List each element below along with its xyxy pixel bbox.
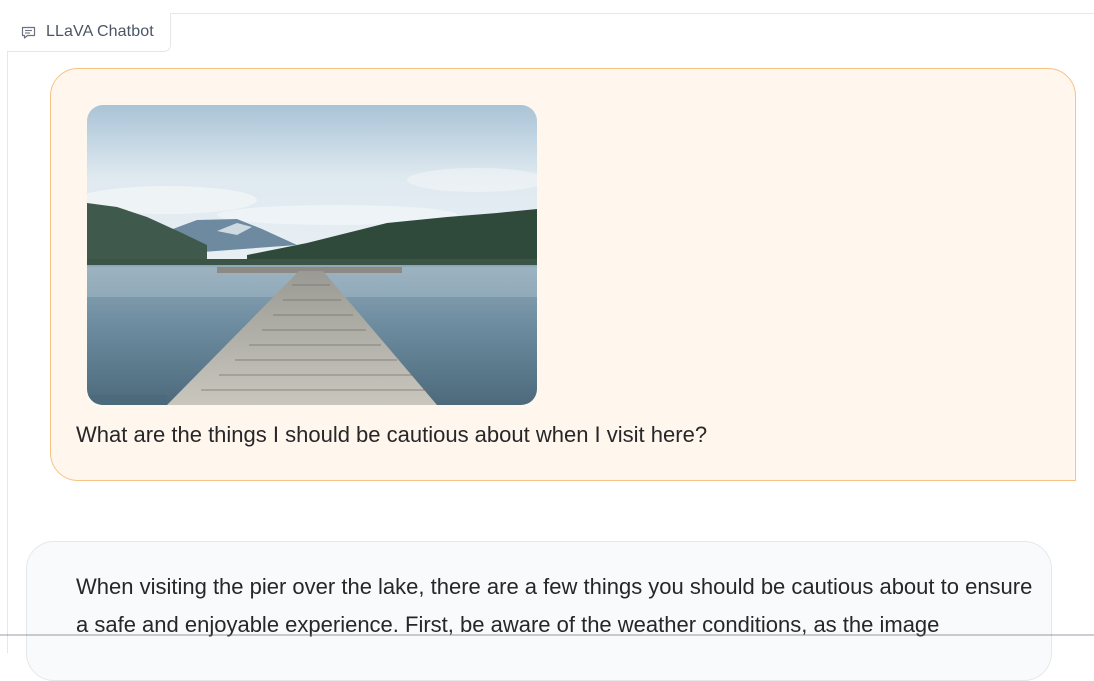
bot-message-text: When visiting the pier over the lake, th…	[76, 574, 1033, 637]
chatbot-label-text: LLaVA Chatbot	[46, 23, 154, 40]
chatbot-label: LLaVA Chatbot	[7, 13, 171, 52]
lake-pier-photo[interactable]	[87, 105, 537, 405]
chat-bubble-icon	[20, 24, 37, 41]
bot-message: When visiting the pier over the lake, th…	[26, 541, 1052, 681]
user-message: What are the things I should be cautious…	[50, 68, 1076, 481]
user-message-text: What are the things I should be cautious…	[76, 422, 708, 447]
